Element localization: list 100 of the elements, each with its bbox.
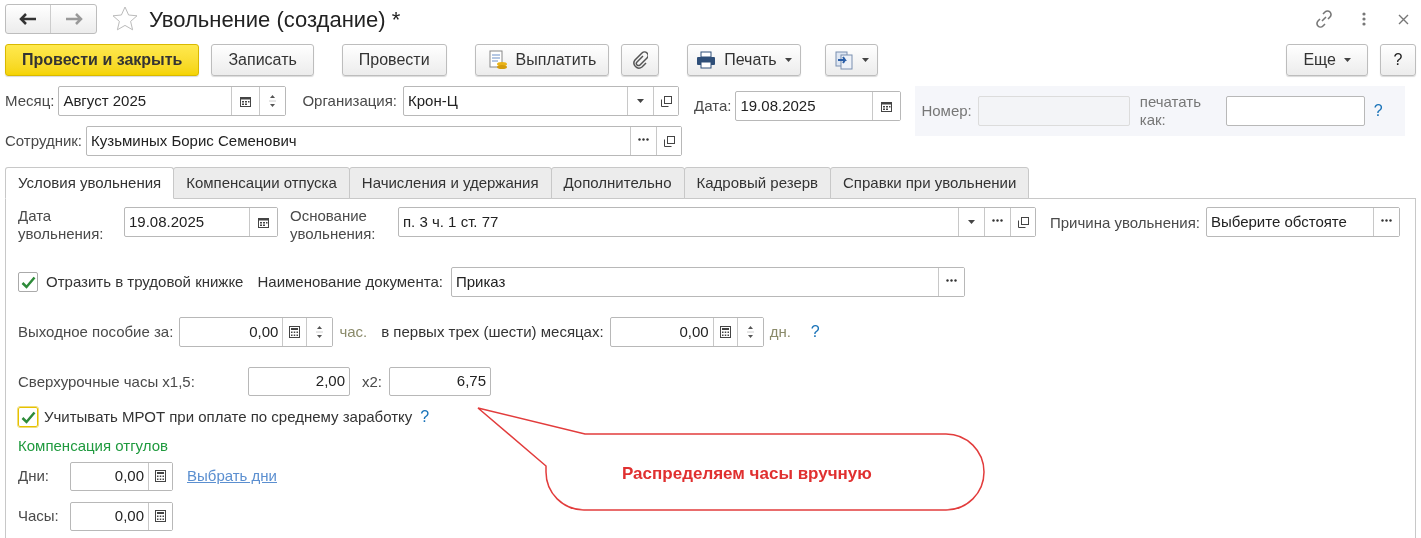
input-field[interactable]: 0,00	[179, 317, 334, 347]
tab[interactable]: Начисления и удержания	[348, 167, 552, 199]
caret-icon	[861, 58, 869, 62]
help-link[interactable]: ?	[1373, 99, 1383, 123]
input-field[interactable]: Приказ	[450, 267, 965, 297]
calculator-button[interactable]	[148, 502, 172, 530]
export-button[interactable]	[824, 44, 878, 76]
calculator-icon	[155, 510, 166, 522]
input-field[interactable]: Крон-Ц	[403, 86, 680, 116]
spin-arrows-icon	[269, 93, 277, 109]
field-label: х2:	[362, 372, 382, 391]
calculator-icon	[719, 326, 731, 338]
caret-icon	[637, 99, 645, 103]
select-days-link[interactable]: Выбрать дни	[187, 464, 277, 488]
calendar-icon	[258, 216, 269, 228]
checkmark-icon	[20, 275, 36, 289]
link-icon[interactable]	[1314, 9, 1334, 29]
open-window-icon	[1017, 216, 1029, 228]
field-label: Организация:	[302, 92, 398, 110]
field-label: Номер:	[921, 102, 972, 120]
help-link[interactable]: ?	[810, 320, 820, 344]
input-field[interactable]: п. 3 ч. 1 ст. 77	[398, 207, 1036, 237]
input-field[interactable]	[1225, 96, 1365, 126]
checkbox-label: Учитывать МРОТ при оплате по среднему заработку	[44, 406, 413, 427]
ellipsis-icon	[1380, 218, 1392, 222]
open-button[interactable]	[653, 87, 679, 115]
field-label: час.	[339, 323, 368, 341]
toolbar-button[interactable]: Провести	[341, 44, 447, 76]
field-label: Дата:	[694, 97, 732, 115]
window-title: Увольнение (создание) *	[149, 5, 401, 34]
input-field[interactable]: Выберите обстояте	[1205, 207, 1400, 237]
ellipsis-icon	[945, 278, 957, 282]
pay-button[interactable]: Выплатить	[474, 44, 610, 76]
star-icon[interactable]	[111, 5, 139, 33]
tab[interactable]: Справки при увольнении	[830, 167, 1030, 199]
field-label: Наименование документа:	[257, 273, 443, 291]
spin-arrows-icon	[316, 324, 324, 340]
field-label: Сверхурочные часы х1,5:	[18, 372, 196, 391]
ellipsis-icon	[638, 137, 650, 141]
checkbox-label: Отразить в трудовой книжке	[46, 271, 244, 292]
callout-text: Распределяем часы вручную	[622, 463, 872, 485]
ellipsis-icon	[992, 218, 1003, 222]
help-button[interactable]: ?	[1380, 44, 1416, 76]
open-window-icon	[660, 95, 672, 107]
input-field[interactable]: 0,00	[70, 461, 173, 491]
section-title: Компенсация отгулов	[18, 436, 169, 456]
checkbox[interactable]	[18, 272, 38, 292]
checkbox[interactable]	[18, 407, 38, 427]
tab[interactable]: Дополнительно	[550, 167, 685, 199]
open-button[interactable]	[656, 127, 682, 155]
arrow-right-icon	[64, 13, 83, 25]
close-icon[interactable]	[1398, 13, 1409, 25]
post-and-close-button[interactable]: Провести и закрыть	[5, 44, 200, 76]
help-link[interactable]: ?	[420, 405, 430, 429]
field-label: Причина увольнения:	[1050, 214, 1200, 232]
field-label: Месяц:	[5, 92, 55, 110]
caret-icon	[1344, 58, 1351, 62]
attach-button[interactable]	[621, 44, 660, 76]
calendar-icon	[240, 95, 252, 107]
field-label: Дни:	[18, 467, 50, 485]
input-field[interactable]: 6,75	[389, 367, 491, 396]
field-label: печатать как:	[1139, 93, 1202, 129]
input-field[interactable]: 0,00	[70, 501, 173, 531]
toolbar-button[interactable]: Записать	[211, 44, 314, 76]
print-button[interactable]: Печать	[687, 44, 801, 76]
field-label: Основание увольнения:	[290, 207, 377, 243]
caret-icon	[784, 58, 792, 62]
field-label: дн.	[769, 323, 791, 341]
calculator-icon	[155, 470, 166, 482]
spin-arrows-icon	[746, 324, 754, 340]
field-label: Часы:	[18, 507, 60, 525]
field-label: Сотрудник:	[5, 132, 83, 150]
more-menu-button[interactable]: Еще	[1286, 44, 1368, 76]
printer-icon	[696, 51, 717, 69]
more-vertical-icon[interactable]	[1362, 12, 1366, 26]
field-label: Выходное пособие за:	[18, 323, 174, 341]
field-label: в первых трех (шести) месяцах:	[381, 323, 604, 341]
tab[interactable]: Условия увольнения	[5, 167, 175, 199]
document-coins-icon	[487, 50, 508, 70]
tab[interactable]: Кадровый резерв	[683, 167, 832, 199]
open-button[interactable]	[1010, 208, 1035, 236]
input-field[interactable]: 19.08.2025	[735, 91, 902, 121]
calendar-icon	[881, 100, 893, 112]
open-window-icon	[663, 135, 675, 147]
tab[interactable]: Компенсации отпуска	[173, 167, 350, 199]
calendar-button[interactable]	[872, 92, 901, 120]
input-field[interactable]: 2,00	[248, 367, 350, 396]
input-field[interactable]: 19.08.2025	[124, 207, 278, 237]
arrow-left-icon	[19, 13, 37, 25]
checkmark-icon	[20, 410, 36, 424]
paperclip-icon	[632, 51, 649, 69]
input-field[interactable]: Кузьминых Борис Семенович	[86, 126, 683, 156]
document-arrow-icon	[833, 50, 854, 70]
calculator-button[interactable]	[148, 462, 172, 490]
calculator-icon	[289, 326, 301, 338]
caret-icon	[968, 220, 975, 224]
input-field[interactable]: Август 2025	[58, 86, 287, 116]
field-label: Дата увольнения:	[18, 207, 105, 243]
input-field[interactable]: 0,00	[609, 317, 764, 347]
calendar-button[interactable]	[249, 208, 277, 236]
